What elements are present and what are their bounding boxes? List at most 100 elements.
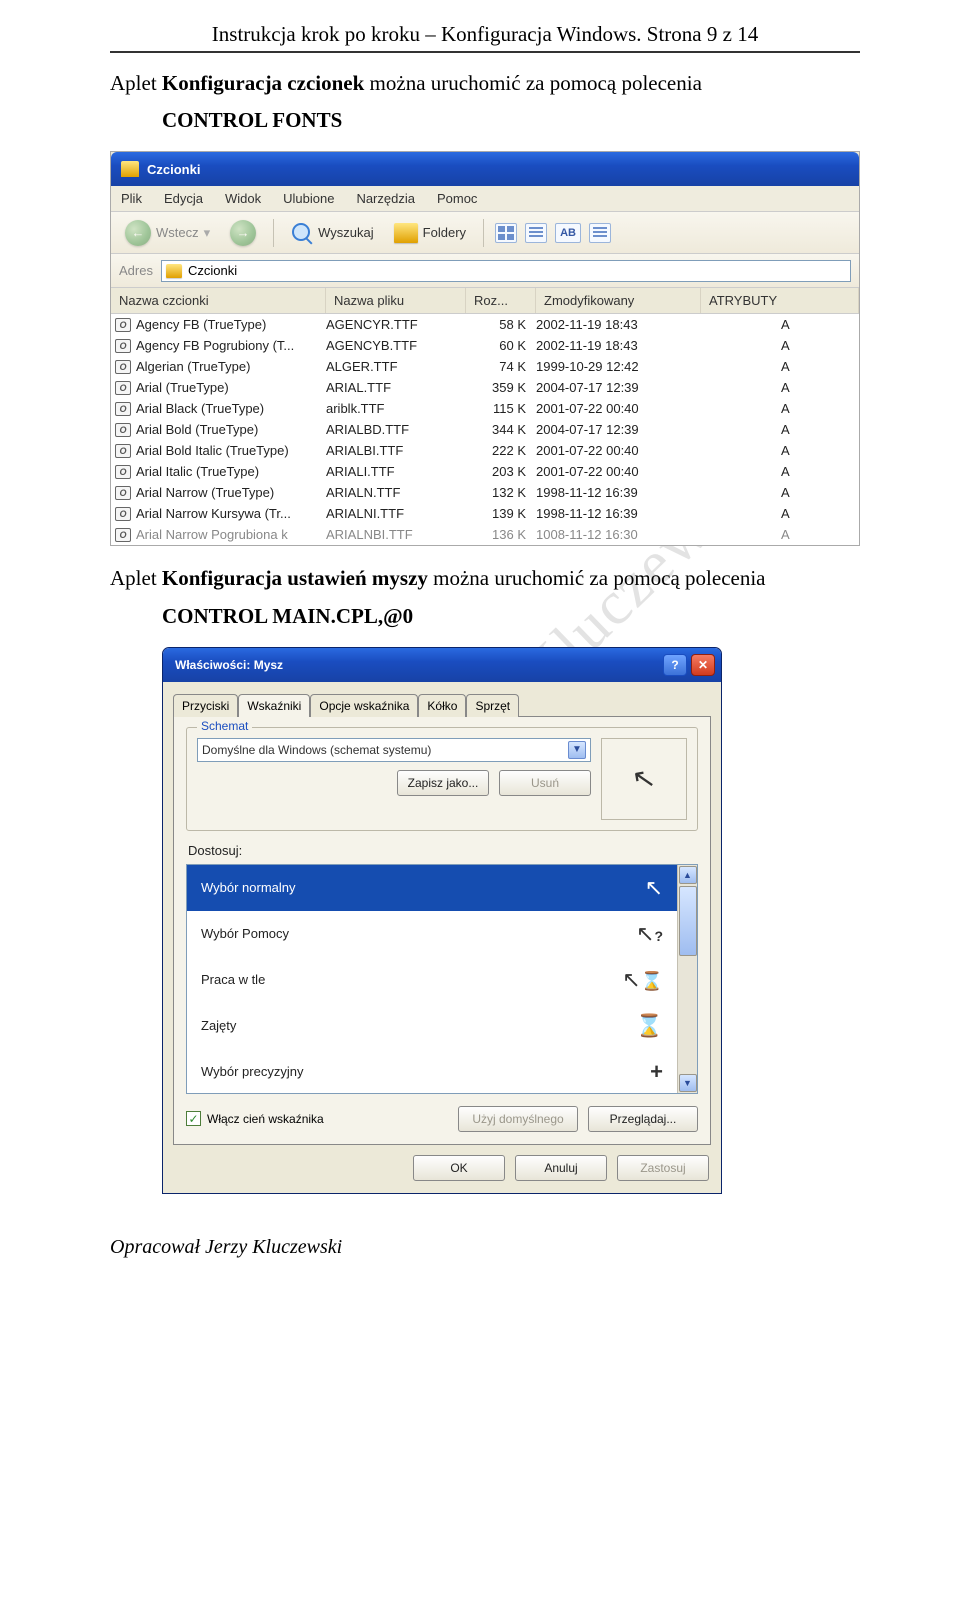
menu-ulubione[interactable]: Ulubione (283, 191, 334, 206)
search-button[interactable]: Wyszukaj (285, 217, 380, 249)
list-item[interactable]: Wybór normalny↖ (187, 865, 677, 911)
list-item-label: Wybór Pomocy (201, 926, 289, 941)
ok-button[interactable]: OK (413, 1155, 505, 1181)
font-file: AGENCYR.TTF (326, 317, 466, 332)
col-name[interactable]: Nazwa czcionki (111, 288, 326, 313)
arrow-cursor-icon: ↖ (645, 875, 663, 901)
address-input[interactable]: Czcionki (161, 260, 851, 282)
mouse-dialog-title: Właściwości: Mysz (175, 658, 283, 672)
toolbar-separator-2 (483, 219, 484, 247)
help-button[interactable]: ? (663, 654, 687, 676)
col-attr[interactable]: ATRYBUTY (701, 288, 859, 313)
view-list-icon[interactable] (525, 223, 547, 243)
font-name: Arial Narrow Pogrubiona k (136, 527, 326, 542)
para1-suffix: można uruchomić za pomocą polecenia (370, 71, 702, 95)
col-mod[interactable]: Zmodyfikowany (536, 288, 701, 313)
font-size: 58 K (466, 317, 536, 332)
list-item-label: Praca w tle (201, 972, 265, 987)
delete-button[interactable]: Usuń (499, 770, 591, 796)
table-row[interactable]: OArial Black (TrueType)ariblk.TTF115 K20… (111, 398, 859, 419)
view-large-icons-icon[interactable] (495, 223, 517, 243)
font-name: Arial Black (TrueType) (136, 401, 326, 416)
apply-button[interactable]: Zastosuj (617, 1155, 709, 1181)
menu-edycja[interactable]: Edycja (164, 191, 203, 206)
font-modified: 2001-07-22 00:40 (536, 443, 701, 458)
back-icon: ← (125, 220, 151, 246)
list-item[interactable]: Praca w tle↖⌛ (187, 957, 677, 1003)
cancel-button[interactable]: Anuluj (515, 1155, 607, 1181)
font-modified: 2002-11-19 18:43 (536, 338, 701, 353)
font-modified: 1998-11-12 16:39 (536, 506, 701, 521)
back-button[interactable]: ← Wstecz ▾ (119, 217, 216, 249)
save-as-button[interactable]: Zapisz jako... (397, 770, 489, 796)
font-name: Arial Bold Italic (TrueType) (136, 443, 326, 458)
close-button[interactable]: ✕ (691, 654, 715, 676)
menu-plik[interactable]: Plik (121, 191, 142, 206)
menu-pomoc[interactable]: Pomoc (437, 191, 477, 206)
cursor-listbox[interactable]: Wybór normalny↖Wybór Pomocy↖?Praca w tle… (186, 864, 698, 1094)
font-file-icon: O (115, 318, 131, 332)
view-ab-icon[interactable]: AB (555, 223, 581, 243)
table-row[interactable]: OAgency FB Pogrubiony (T...AGENCYB.TTF60… (111, 335, 859, 356)
font-size: 74 K (466, 359, 536, 374)
check-icon: ✓ (188, 1113, 198, 1125)
view-details-icon[interactable] (589, 223, 611, 243)
list-item[interactable]: Wybór Pomocy↖? (187, 911, 677, 957)
menu-narzedzia[interactable]: Narzędzia (356, 191, 415, 206)
font-name: Agency FB Pogrubiony (T... (136, 338, 326, 353)
font-attr: A (701, 401, 859, 416)
tab-wskazniki[interactable]: Wskaźniki (238, 694, 310, 717)
table-row[interactable]: OArial Bold (TrueType)ARIALBD.TTF344 K20… (111, 419, 859, 440)
cursor-preview: ↖ (601, 738, 687, 820)
folders-button[interactable]: Foldery (388, 217, 472, 249)
fonts-window-titlebar[interactable]: Czcionki (111, 152, 859, 186)
search-icon (291, 222, 313, 244)
scrollbar-thumb[interactable] (679, 886, 697, 956)
table-row[interactable]: OAgency FB (TrueType)AGENCYR.TTF58 K2002… (111, 314, 859, 335)
folders-icon (394, 223, 418, 243)
font-modified: 2001-07-22 00:40 (536, 401, 701, 416)
list-item[interactable]: Wybór precyzyjny+ (187, 1049, 677, 1095)
font-modified: 2004-07-17 12:39 (536, 422, 701, 437)
table-row[interactable]: OArial Narrow (TrueType)ARIALN.TTF132 K1… (111, 482, 859, 503)
customize-label: Dostosuj: (188, 843, 698, 858)
table-row[interactable]: OArial Narrow Kursywa (Tr...ARIALNI.TTF1… (111, 503, 859, 524)
use-default-button[interactable]: Użyj domyślnego (458, 1106, 578, 1132)
font-file: ARIALI.TTF (326, 464, 466, 479)
table-row[interactable]: OAlgerian (TrueType)ALGER.TTF74 K1999-10… (111, 356, 859, 377)
table-row[interactable]: OArial Narrow Pogrubiona kARIALNBI.TTF13… (111, 524, 859, 545)
tab-przyciski[interactable]: Przyciski (173, 694, 238, 717)
table-row[interactable]: OArial Italic (TrueType)ARIALI.TTF203 K2… (111, 461, 859, 482)
scroll-down-icon[interactable]: ▼ (679, 1074, 697, 1092)
para2-bold: Konfiguracja ustawień myszy (162, 566, 428, 590)
scroll-up-icon[interactable]: ▲ (679, 866, 697, 884)
scrollbar[interactable]: ▲ ▼ (677, 865, 697, 1093)
list-item-label: Zajęty (201, 1018, 236, 1033)
scheme-combobox[interactable]: Domyślne dla Windows (schemat systemu) ▼ (197, 738, 591, 762)
folder-icon (166, 264, 182, 278)
tab-pane: Schemat Domyślne dla Windows (schemat sy… (173, 716, 711, 1145)
forward-icon: → (230, 220, 256, 246)
forward-button[interactable]: → (224, 217, 262, 249)
table-row[interactable]: OArial Bold Italic (TrueType)ARIALBI.TTF… (111, 440, 859, 461)
tab-sprzet[interactable]: Sprzęt (466, 694, 519, 717)
list-item[interactable]: Zajęty⌛ (187, 1003, 677, 1049)
menu-widok[interactable]: Widok (225, 191, 261, 206)
font-name: Arial (TrueType) (136, 380, 326, 395)
para1-bold: Konfiguracja czcionek (162, 71, 364, 95)
font-file-icon: O (115, 507, 131, 521)
font-file: ARIAL.TTF (326, 380, 466, 395)
shadow-label: Włącz cień wskaźnika (207, 1112, 324, 1126)
tab-kolko[interactable]: Kółko (418, 694, 466, 717)
tab-opcje-wskaznika[interactable]: Opcje wskaźnika (310, 694, 418, 717)
col-file[interactable]: Nazwa pliku (326, 288, 466, 313)
font-size: 139 K (466, 506, 536, 521)
scheme-value: Domyślne dla Windows (schemat systemu) (202, 743, 431, 757)
table-row[interactable]: OArial (TrueType)ARIAL.TTF359 K2004-07-1… (111, 377, 859, 398)
mouse-dialog-titlebar[interactable]: Właściwości: Mysz ? ✕ (163, 648, 721, 682)
shadow-checkbox[interactable]: ✓ (186, 1111, 201, 1126)
paragraph-mouse: Aplet Konfiguracja ustawień myszy można … (110, 564, 860, 593)
col-size[interactable]: Roz... (466, 288, 536, 313)
toolbar-separator (273, 219, 274, 247)
browse-button[interactable]: Przeglądaj... (588, 1106, 698, 1132)
